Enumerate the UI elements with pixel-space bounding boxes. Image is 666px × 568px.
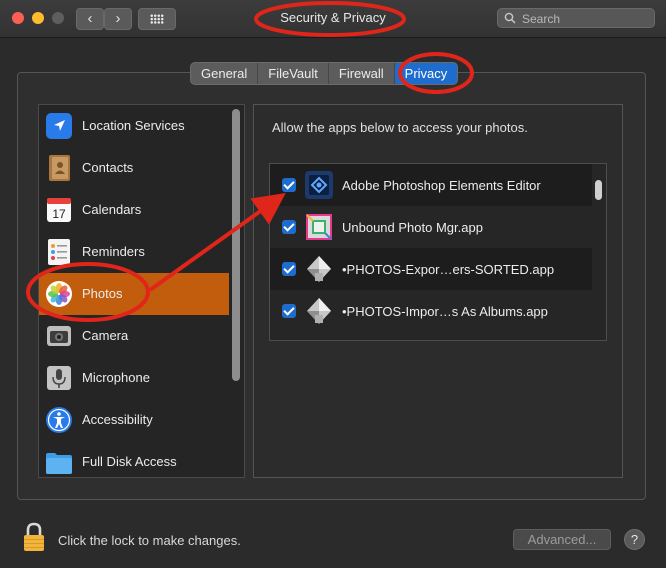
sidebar-item-label: Camera bbox=[82, 328, 129, 343]
sidebar-item-contacts[interactable]: Contacts bbox=[39, 147, 229, 189]
svg-text:17: 17 bbox=[52, 207, 66, 221]
app-row-photos-importer[interactable]: •PHOTOS-Impor…s As Albums.app bbox=[270, 290, 592, 332]
location-arrow-icon bbox=[46, 113, 72, 139]
app-access-checkbox[interactable] bbox=[282, 220, 296, 234]
tab-general[interactable]: General bbox=[191, 63, 259, 84]
app-list-scrollbar[interactable] bbox=[595, 180, 602, 200]
app-row-photoshop-elements[interactable]: Adobe Photoshop Elements Editor bbox=[270, 164, 592, 206]
automator-script-icon bbox=[307, 256, 331, 282]
reminders-list-icon bbox=[48, 239, 70, 265]
camera-icon bbox=[47, 326, 71, 346]
tab-bar: General FileVault Firewall Privacy bbox=[190, 62, 459, 85]
panel-description: Allow the apps below to access your phot… bbox=[272, 120, 528, 135]
search-field[interactable] bbox=[497, 8, 655, 28]
app-access-list: Adobe Photoshop Elements Editor Unbound … bbox=[269, 163, 607, 341]
app-name: •PHOTOS-Impor…s As Albums.app bbox=[342, 304, 548, 319]
app-row-unbound-photo-mgr[interactable]: Unbound Photo Mgr.app bbox=[270, 206, 592, 248]
sidebar-item-reminders[interactable]: Reminders bbox=[39, 231, 229, 273]
app-name: Unbound Photo Mgr.app bbox=[342, 220, 483, 235]
app-name: Adobe Photoshop Elements Editor bbox=[342, 178, 541, 193]
sidebar-item-label: Location Services bbox=[82, 118, 185, 133]
sidebar-item-photos[interactable]: Photos bbox=[39, 273, 229, 315]
lock-icon[interactable] bbox=[22, 522, 46, 552]
sidebar-item-camera[interactable]: Camera bbox=[39, 315, 229, 357]
app-access-checkbox[interactable] bbox=[282, 304, 296, 318]
automator-script-icon bbox=[307, 298, 331, 324]
sidebar-item-label: Photos bbox=[82, 286, 123, 301]
folder-icon bbox=[46, 453, 72, 474]
app-name: •PHOTOS-Expor…ers-SORTED.app bbox=[342, 262, 555, 277]
contacts-book-icon bbox=[49, 155, 70, 181]
photos-flower-icon bbox=[46, 281, 72, 307]
privacy-detail-panel: Allow the apps below to access your phot… bbox=[253, 104, 623, 478]
search-icon bbox=[504, 12, 516, 24]
app-access-checkbox[interactable] bbox=[282, 262, 296, 276]
microphone-icon bbox=[47, 366, 71, 390]
sidebar-item-accessibility[interactable]: Accessibility bbox=[39, 399, 229, 441]
tab-filevault[interactable]: FileVault bbox=[258, 63, 329, 84]
sidebar-item-label: Contacts bbox=[82, 160, 134, 175]
sidebar-item-full-disk-access[interactable]: Full Disk Access bbox=[39, 441, 229, 477]
title-bar: ‹ › Security & Privacy bbox=[0, 0, 666, 38]
tab-firewall[interactable]: Firewall bbox=[329, 63, 395, 84]
calendar-icon: 17 bbox=[47, 198, 71, 222]
sidebar-item-label: Calendars bbox=[82, 202, 142, 217]
search-input[interactable] bbox=[520, 10, 654, 28]
sidebar-item-label: Full Disk Access bbox=[82, 454, 177, 469]
sidebar-item-label: Accessibility bbox=[82, 412, 153, 427]
lock-status-text: Click the lock to make changes. bbox=[58, 533, 241, 548]
sidebar-item-microphone[interactable]: Microphone bbox=[39, 357, 229, 399]
privacy-category-list: Location Services Contacts 17 Calendars … bbox=[38, 104, 245, 478]
sidebar-item-location-services[interactable]: Location Services bbox=[39, 105, 229, 147]
sidebar-item-label: Microphone bbox=[82, 370, 150, 385]
photoshop-elements-icon bbox=[305, 171, 333, 199]
help-button[interactable]: ? bbox=[624, 529, 645, 550]
tab-privacy[interactable]: Privacy bbox=[394, 63, 458, 84]
sidebar-item-calendars[interactable]: 17 Calendars bbox=[39, 189, 229, 231]
unbound-cube-icon bbox=[306, 214, 332, 240]
advanced-button[interactable]: Advanced... bbox=[513, 529, 611, 550]
app-row-photos-exporter[interactable]: •PHOTOS-Expor…ers-SORTED.app bbox=[270, 248, 592, 290]
sidebar-item-label: Reminders bbox=[82, 244, 145, 259]
app-access-checkbox[interactable] bbox=[282, 178, 296, 192]
accessibility-icon bbox=[46, 407, 72, 433]
sidebar-scrollbar[interactable] bbox=[232, 109, 240, 381]
